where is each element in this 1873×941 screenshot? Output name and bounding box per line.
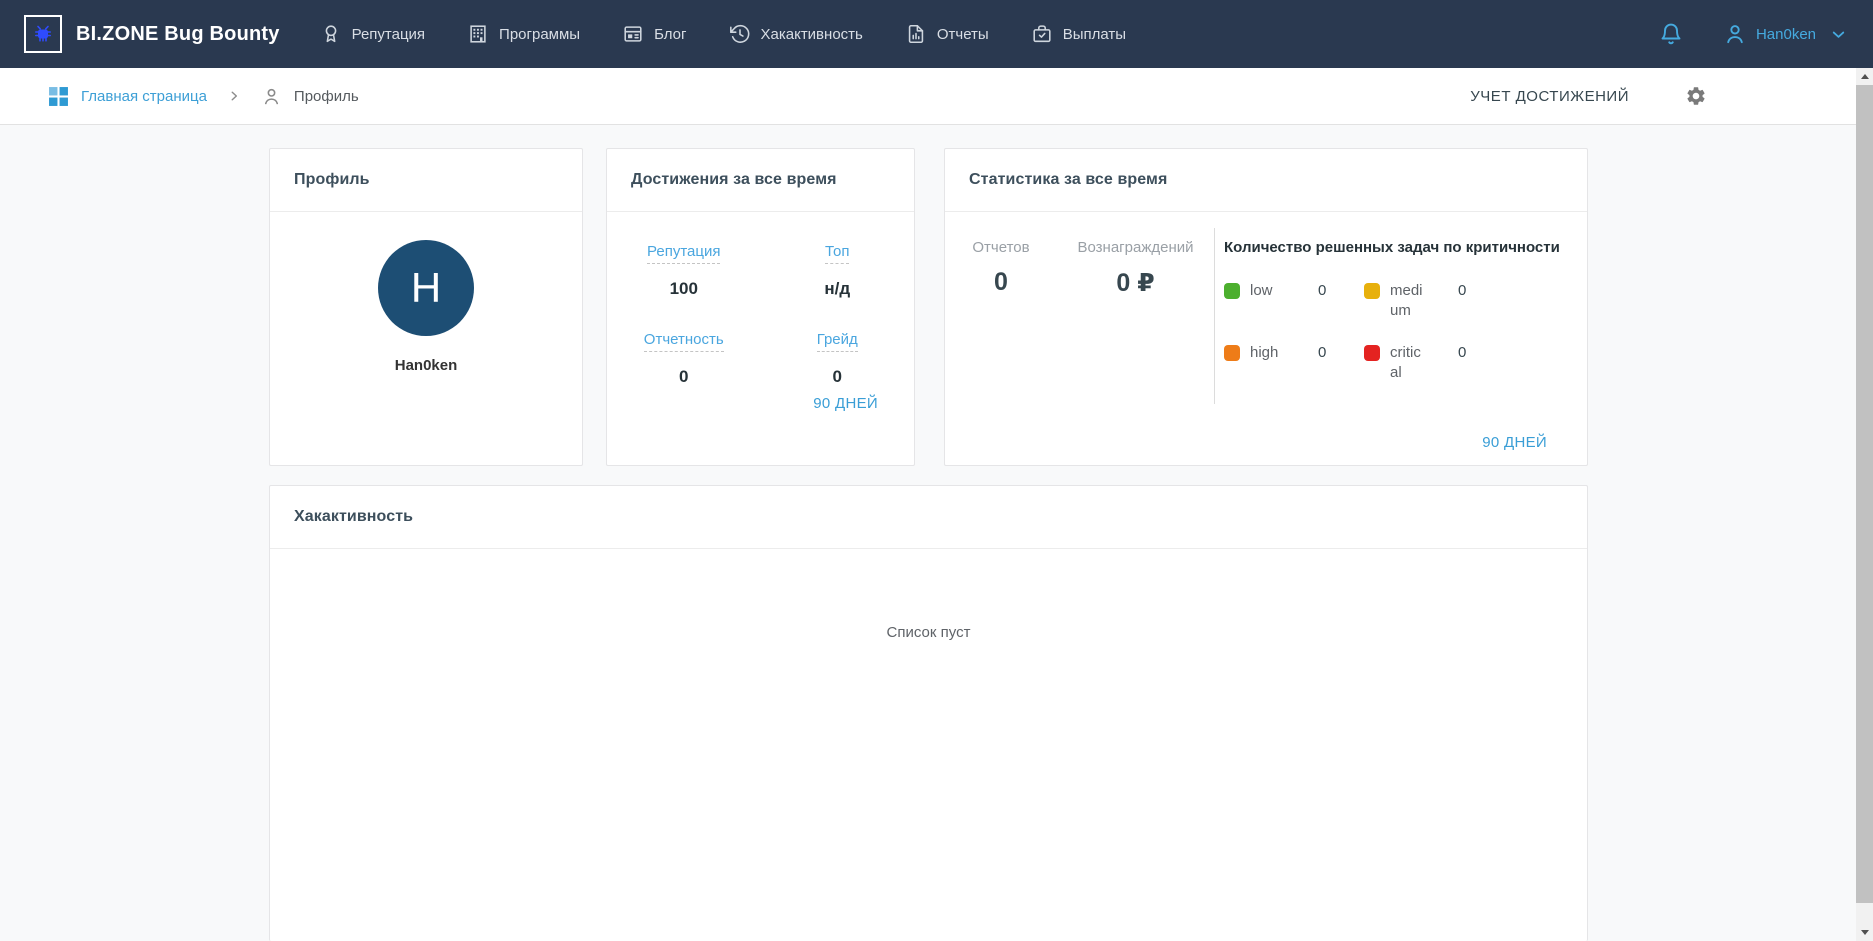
achievements-90-days-link[interactable]: 90 ДНЕЙ <box>813 395 878 412</box>
user-menu[interactable]: Han0ken <box>1723 22 1848 46</box>
stat-reputation: Репутация 100 <box>607 243 761 299</box>
stat-value-reputation: 100 <box>669 279 698 298</box>
achievements-grid: Репутация 100 Топ н/д Отчетность 0 Грейд… <box>607 212 914 387</box>
dashboard-grid-icon <box>48 86 69 107</box>
severity-high-count: 0 <box>1318 344 1327 361</box>
severity-high-swatch <box>1224 345 1240 361</box>
scrollbar-up-arrow[interactable] <box>1856 68 1873 85</box>
stat-value-grade: 0 <box>832 367 842 386</box>
achievements-card-title: Достижения за все время <box>607 149 914 212</box>
breadcrumb-current-label: Профиль <box>293 87 359 105</box>
statistics-totals: Отчетов 0 Вознаграждений 0 ₽ <box>945 239 1214 298</box>
rewards-total-value: 0 ₽ <box>1116 269 1155 297</box>
navbar-right: Han0ken <box>1659 22 1848 46</box>
gear-icon[interactable] <box>1685 85 1707 107</box>
breadcrumb-right: УЧЕТ ДОСТИЖЕНИЙ <box>1470 85 1856 107</box>
severity-item-medium: medium 0 <box>1364 281 1504 321</box>
notifications-bell-icon[interactable] <box>1659 22 1683 46</box>
vertical-scrollbar[interactable] <box>1856 68 1873 941</box>
brand-name: BI.ZONE Bug Bounty <box>76 22 280 45</box>
reports-total-label: Отчетов <box>972 239 1030 256</box>
rewards-total: Вознаграждений 0 ₽ <box>1057 239 1214 298</box>
stat-label-grade[interactable]: Грейд <box>816 331 858 352</box>
scrollbar-down-arrow[interactable] <box>1856 924 1873 941</box>
achievements-accounting-link[interactable]: УЧЕТ ДОСТИЖЕНИЙ <box>1470 88 1629 105</box>
breadcrumb-home-link[interactable]: Главная страница <box>48 86 207 107</box>
severity-item-high: high 0 <box>1224 343 1364 383</box>
reports-total: Отчетов 0 <box>945 239 1057 298</box>
scrollbar-thumb[interactable] <box>1856 85 1873 903</box>
nav-label: Выплаты <box>1062 25 1127 43</box>
blog-icon <box>622 23 644 45</box>
stat-top: Топ н/д <box>761 243 915 299</box>
statistics-card: Статистика за все время Отчетов 0 Вознаг… <box>944 148 1588 466</box>
breadcrumb-current: Профиль <box>261 86 359 107</box>
profile-username: Han0ken <box>394 357 458 374</box>
achievements-card: Достижения за все время Репутация 100 То… <box>606 148 915 466</box>
nav-item-reputation[interactable]: Репутация <box>320 23 425 45</box>
profile-card: Профиль H Han0ken <box>269 148 583 466</box>
briefcase-icon <box>1031 23 1053 45</box>
stat-grade: Грейд 0 <box>761 331 915 387</box>
severity-item-critical: critical 0 <box>1364 343 1504 383</box>
username: Han0ken <box>1755 25 1816 43</box>
building-icon <box>467 23 489 45</box>
severity-medium-label: medium <box>1390 282 1423 319</box>
severity-critical-swatch <box>1364 345 1380 361</box>
severity-grid: low 0 medium 0 high 0 critical 0 <box>1224 281 1574 383</box>
severity-low-swatch <box>1224 283 1240 299</box>
nav-item-reports[interactable]: Отчеты <box>905 23 989 45</box>
severity-critical-count: 0 <box>1458 344 1467 361</box>
nav-label: Отчеты <box>936 25 989 43</box>
breadcrumb-chevron-icon <box>227 89 241 103</box>
severity-critical-label: critical <box>1390 344 1421 381</box>
severity-item-low: low 0 <box>1224 281 1364 321</box>
nav-item-blog[interactable]: Блог <box>622 23 687 45</box>
stat-value-reporting: 0 <box>679 367 689 386</box>
statistics-card-title: Статистика за все время <box>945 149 1587 212</box>
bug-logo-icon <box>24 15 62 53</box>
severity-medium-swatch <box>1364 283 1380 299</box>
profile-card-title: Профиль <box>270 149 582 212</box>
nav-item-programs[interactable]: Программы <box>467 23 580 45</box>
stat-label-top[interactable]: Топ <box>825 243 850 264</box>
stat-label-reporting[interactable]: Отчетность <box>643 331 724 352</box>
history-icon <box>729 23 751 45</box>
medal-icon <box>320 23 342 45</box>
hackactivity-card-title: Хакактивность <box>270 486 1587 549</box>
nav-item-payouts[interactable]: Выплаты <box>1031 23 1126 45</box>
hackactivity-card: Хакактивность Список пуст <box>269 485 1588 941</box>
user-icon <box>1723 22 1747 46</box>
severity-title: Количество решенных задач по критичности <box>1224 239 1560 256</box>
chevron-down-icon <box>1829 25 1848 44</box>
nav-label: Программы <box>499 25 581 43</box>
empty-list-text: Список пуст <box>886 624 971 641</box>
breadcrumb-bar: Главная страница Профиль УЧЕТ ДОСТИЖЕНИЙ <box>0 68 1856 125</box>
stat-label-reputation[interactable]: Репутация <box>647 243 721 264</box>
reports-total-value: 0 <box>994 268 1008 296</box>
statistics-90-days-link[interactable]: 90 ДНЕЙ <box>1482 434 1547 451</box>
severity-medium-count: 0 <box>1458 282 1467 299</box>
stat-reporting: Отчетность 0 <box>607 331 761 387</box>
report-icon <box>905 23 927 45</box>
nav-label: Блог <box>654 25 687 43</box>
avatar: H <box>378 240 474 336</box>
nav-label: Репутация <box>351 25 426 43</box>
rewards-total-label: Вознаграждений <box>1077 239 1194 256</box>
severity-breakdown: Количество решенных задач по критичности… <box>1224 239 1574 383</box>
brand-logo[interactable]: BI.ZONE Bug Bounty <box>24 15 280 53</box>
severity-high-label: high <box>1250 344 1279 361</box>
top-navbar: BI.ZONE Bug Bounty Репутация Программы Б… <box>0 0 1873 68</box>
app-root: BI.ZONE Bug Bounty Репутация Программы Б… <box>0 0 1873 941</box>
severity-low-label: low <box>1250 282 1273 299</box>
person-icon <box>261 86 282 107</box>
nav-item-hackactivity[interactable]: Хакактивность <box>729 23 863 45</box>
main-nav: Репутация Программы Блог Хакактивность О… <box>320 23 1126 45</box>
breadcrumb-home-label: Главная страница <box>81 87 207 105</box>
vertical-divider <box>1214 228 1215 404</box>
stat-value-top: н/д <box>824 279 851 298</box>
severity-low-count: 0 <box>1318 282 1327 299</box>
nav-label: Хакактивность <box>760 25 863 43</box>
